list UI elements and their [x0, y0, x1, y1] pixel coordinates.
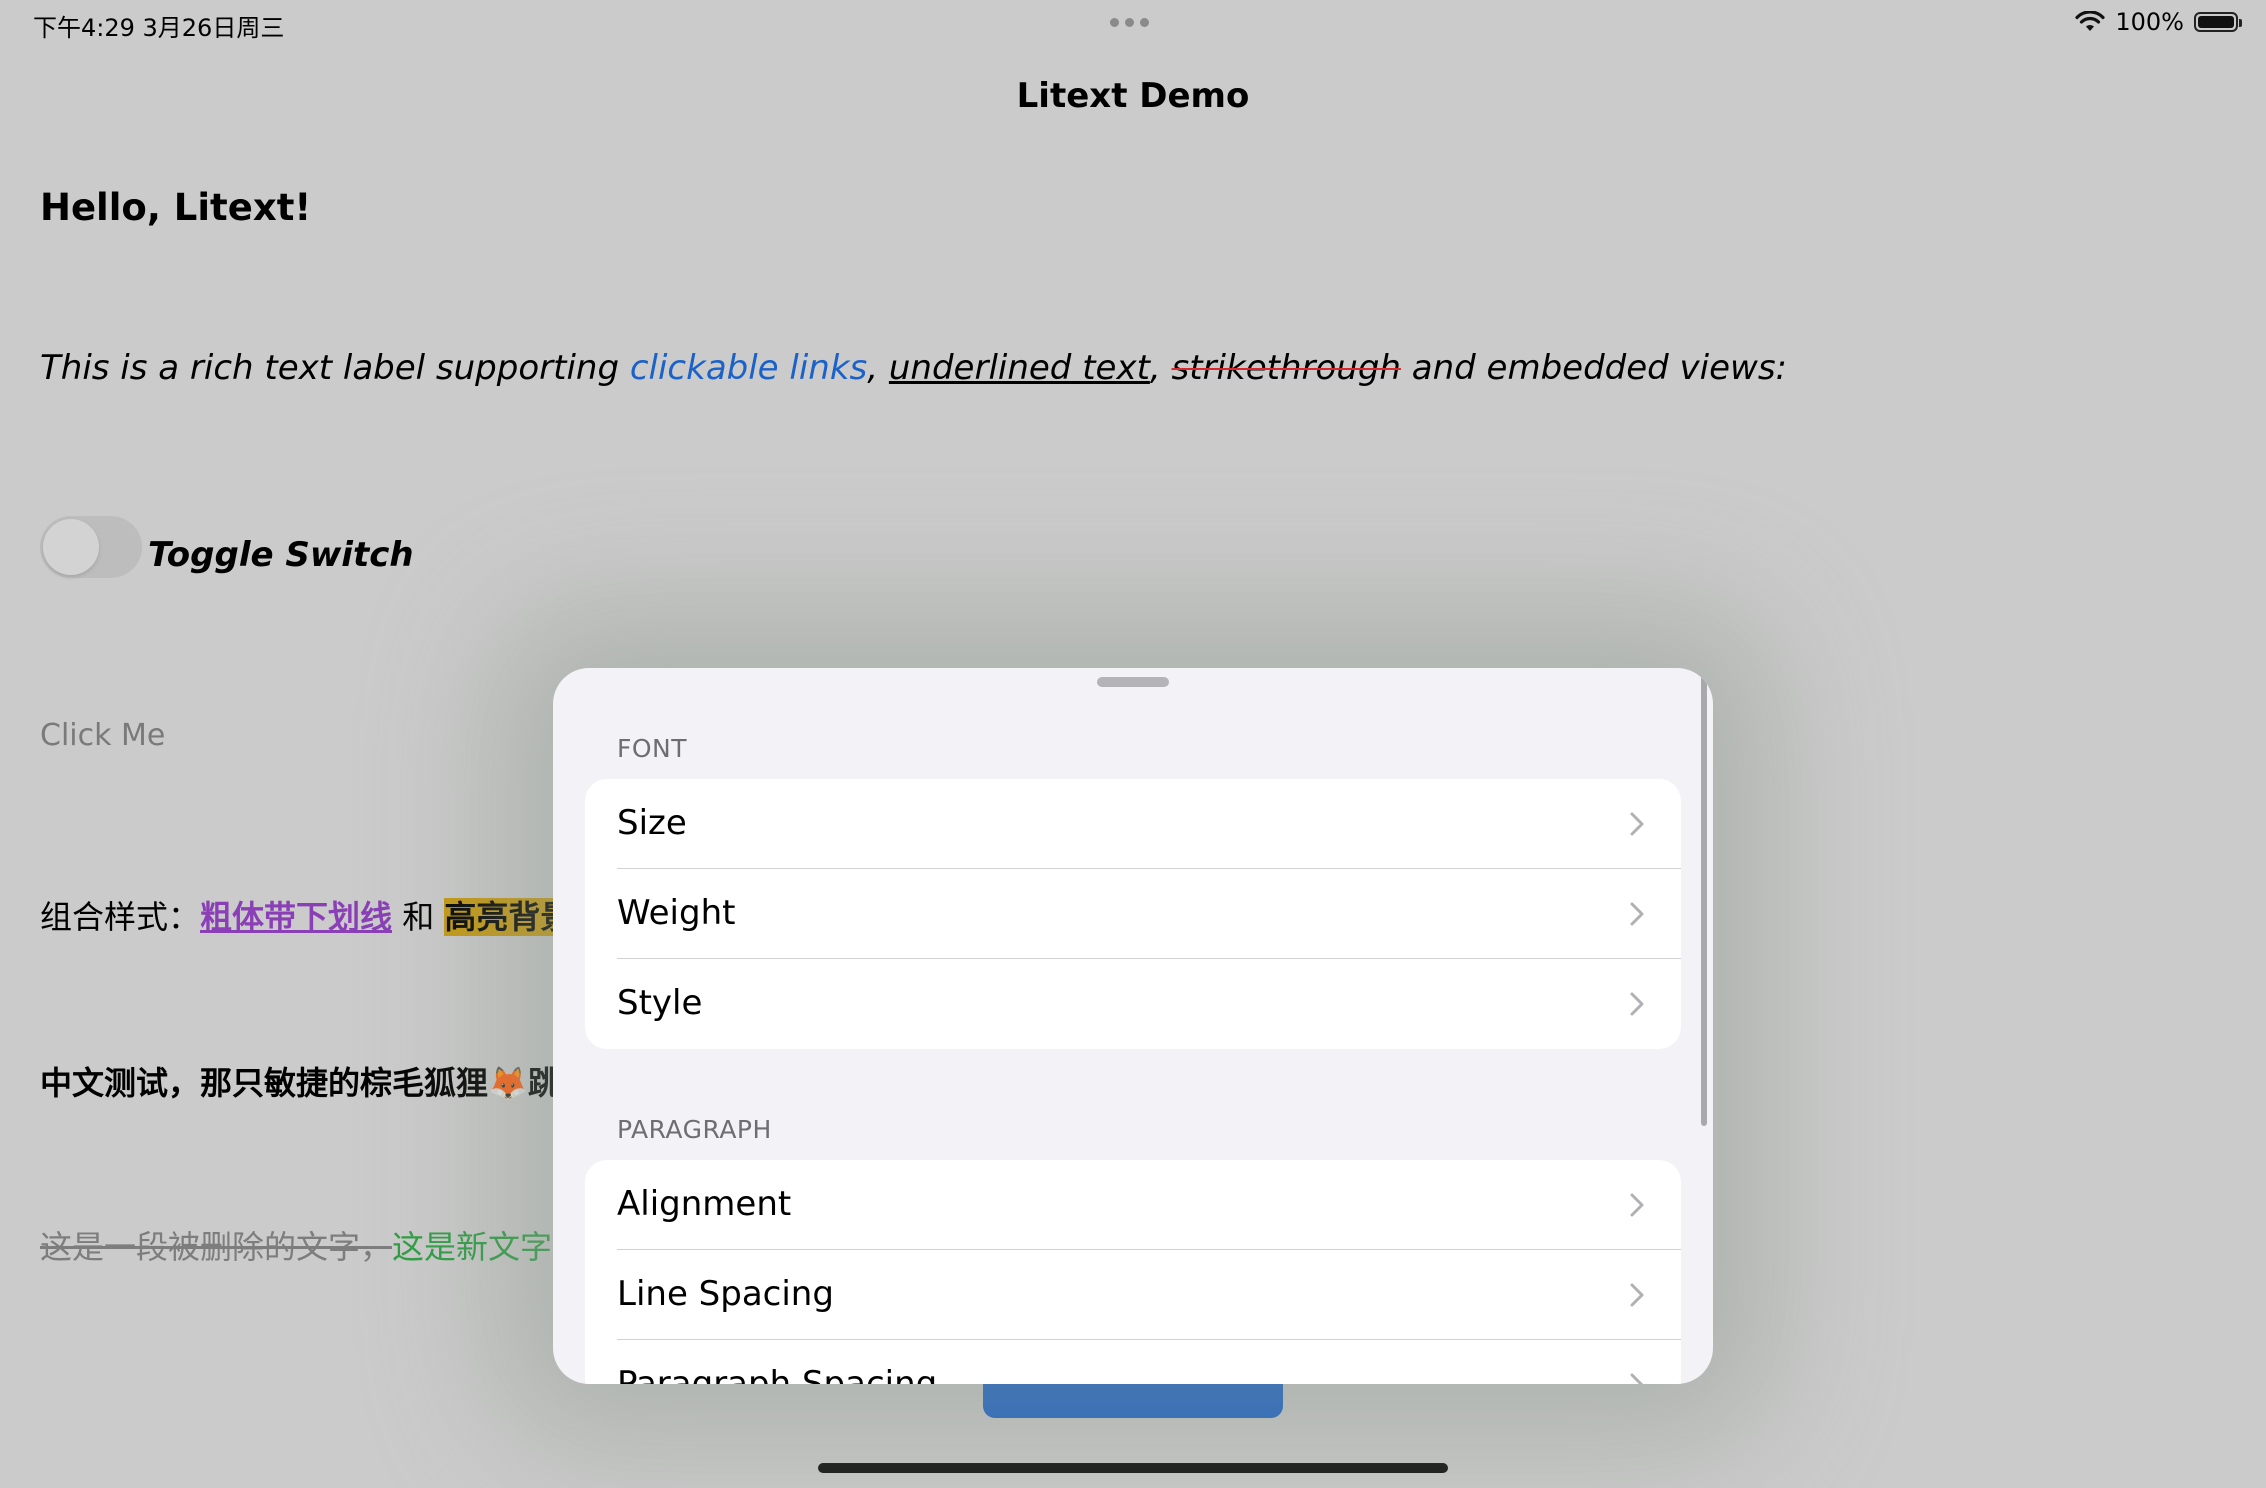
row-label: Size [617, 803, 687, 843]
battery-icon [2194, 12, 2242, 32]
chevron-right-icon [1630, 1193, 1644, 1217]
clickable-link[interactable]: clickable links [630, 348, 867, 388]
row-label: Line Spacing [617, 1274, 834, 1314]
chevron-right-icon [1630, 1283, 1644, 1307]
row-style[interactable]: Style [585, 959, 1681, 1049]
deleted-text: 这是一段被删除的文字， [40, 1228, 393, 1266]
row-label: Alignment [617, 1184, 792, 1224]
chevron-right-icon [1630, 812, 1644, 836]
row-alignment[interactable]: Alignment [585, 1160, 1681, 1250]
row-label: Style [617, 983, 703, 1023]
status-time: 下午4:29 3月26日周三 [33, 14, 285, 42]
home-indicator[interactable] [818, 1463, 1448, 1473]
row-weight[interactable]: Weight [585, 869, 1681, 959]
multitasking-dots[interactable] [1110, 18, 1149, 27]
font-group: Size Weight Style [585, 779, 1681, 1049]
paragraph-group: Alignment Line Spacing Paragraph Spacing [585, 1160, 1681, 1384]
rich-prefix: This is a rich text label supporting [40, 348, 630, 388]
toggle-switch[interactable] [40, 516, 142, 578]
nav-title: Litext Demo [1016, 76, 1250, 116]
chevron-right-icon [1630, 1373, 1644, 1384]
chevron-right-icon [1630, 902, 1644, 926]
wifi-icon [2075, 11, 2105, 31]
section-header-paragraph: PARAGRAPH [617, 1115, 772, 1144]
style-settings-sheet: FONT Size Weight Style PARAGRAPH Alignme… [553, 668, 1713, 1384]
section-header-font: FONT [617, 734, 688, 763]
row-label: Weight [617, 893, 736, 933]
bold-underline-text: 粗体带下划线 [200, 898, 393, 936]
strikethrough-text: strikethrough [1171, 348, 1401, 388]
row-size[interactable]: Size [585, 779, 1681, 869]
scroll-indicator[interactable] [1701, 676, 1707, 1126]
combo-prefix: 组合样式： [40, 898, 201, 936]
battery-percent: 100% [2115, 8, 2184, 36]
underlined-text: underlined text [888, 348, 1150, 388]
sheet-grabber[interactable] [1097, 677, 1169, 687]
combo-style-text: 组合样式：粗体带下划线 和 高亮背景 [40, 892, 573, 938]
rich-suffix: and embedded views: [1400, 348, 1788, 388]
rich-sep-1: , [867, 348, 889, 388]
chinese-test-text: 中文测试，那只敏捷的棕毛狐狸🦊跳 [40, 1064, 560, 1102]
new-text: 这是新文字, [392, 1228, 563, 1266]
chevron-right-icon [1630, 992, 1644, 1016]
status-right: 100% [2075, 8, 2242, 36]
rich-text-label: This is a rich text label supporting cli… [40, 348, 1787, 388]
status-bar: 下午4:29 3月26日周三 100% [0, 0, 2266, 48]
combo-mid: 和 [392, 898, 445, 936]
diff-text: 这是一段被删除的文字，这是新文字, [40, 1222, 562, 1268]
toggle-label: Toggle Switch [148, 535, 414, 575]
row-paragraph-spacing[interactable]: Paragraph Spacing [585, 1340, 1681, 1384]
rich-sep-2: , [1149, 348, 1172, 388]
hello-heading: Hello, Litext! [40, 186, 312, 229]
click-me-button[interactable]: Click Me [40, 718, 165, 753]
row-label: Paragraph Spacing [617, 1364, 938, 1384]
row-line-spacing[interactable]: Line Spacing [585, 1250, 1681, 1340]
toggle-row: Toggle Switch [40, 516, 414, 578]
